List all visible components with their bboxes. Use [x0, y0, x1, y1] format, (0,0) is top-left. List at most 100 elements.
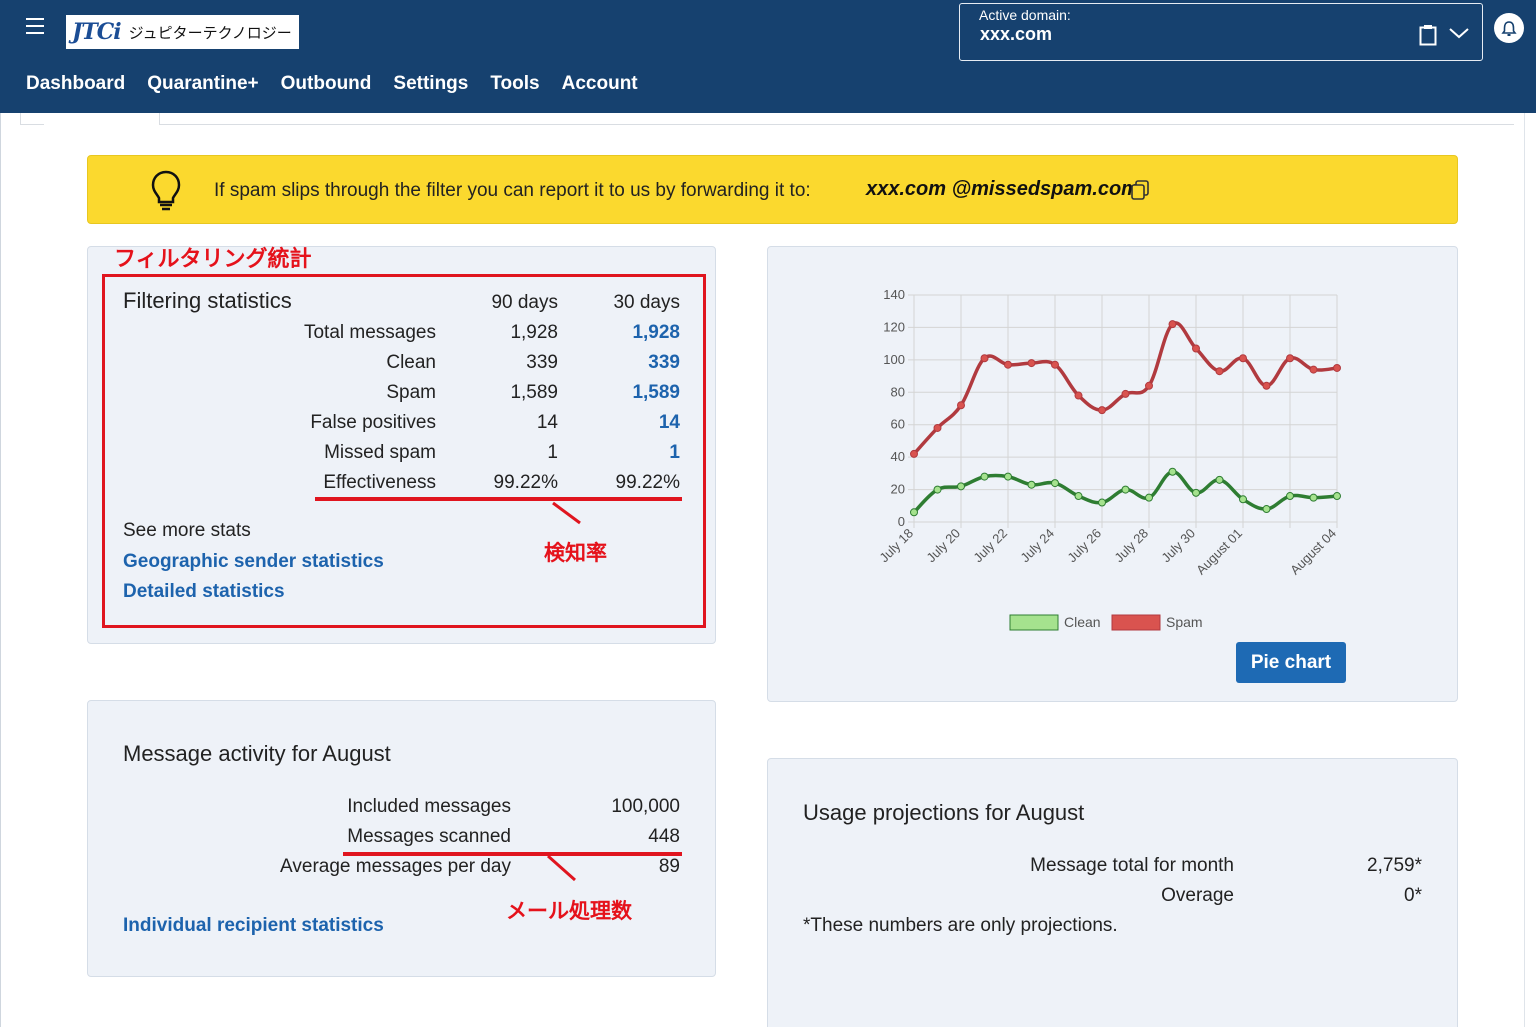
activity-value: 448 — [648, 826, 680, 847]
usage-note: *These numbers are only projections. — [803, 915, 1118, 936]
activity-label: Included messages — [347, 796, 511, 817]
stat-value-30[interactable]: 1,928 — [572, 322, 680, 344]
main-nav: Dashboard Quarantine+ Outbound Settings … — [26, 73, 638, 95]
detailed-statistics-link[interactable]: Detailed statistics — [123, 581, 285, 603]
stat-value-30[interactable]: 1,589 — [572, 382, 680, 404]
stat-value-30[interactable]: 1 — [572, 442, 680, 464]
col-header-90-days: 90 days — [491, 292, 558, 313]
stat-value-90: 99.22% — [493, 472, 558, 493]
nav-settings[interactable]: Settings — [393, 73, 468, 95]
data-point-spam — [957, 401, 965, 410]
annotation-pointer-scanned — [547, 854, 576, 882]
stat-label: False positives — [310, 412, 436, 433]
y-tick-label: 100 — [883, 352, 905, 367]
data-point-spam — [1239, 354, 1247, 363]
data-point-spam — [933, 423, 942, 432]
nav-account[interactable]: Account — [562, 73, 638, 95]
stat-label: Missed spam — [324, 442, 436, 463]
data-point-clean — [933, 485, 942, 494]
y-tick-label: 120 — [883, 319, 905, 334]
activity-value: 100,000 — [611, 796, 680, 817]
data-point-clean — [1121, 485, 1130, 494]
right-border — [1524, 113, 1525, 1027]
data-point-clean — [1004, 472, 1012, 481]
col-header-30-days: 30 days — [613, 292, 680, 313]
data-point-clean — [1168, 467, 1177, 476]
data-point-spam — [1192, 344, 1200, 353]
x-tick-label: July 30 — [1158, 526, 1198, 566]
top-header: JTCi ジュピターテクノロジー Active domain: xxx.com … — [0, 0, 1536, 113]
notification-bell-icon[interactable] — [1494, 13, 1524, 43]
clipboard-icon[interactable] — [1419, 24, 1437, 46]
y-tick-label: 140 — [883, 287, 905, 302]
see-more-stats-label: See more stats — [123, 520, 251, 541]
legend-swatch-spam — [1111, 614, 1161, 631]
annotation-underline-scanned — [343, 852, 682, 856]
stat-label: Spam — [386, 382, 436, 403]
annotation-filtering-title: フィルタリング統計 — [114, 247, 312, 272]
data-point-spam — [1309, 365, 1318, 374]
data-point-clean — [1145, 493, 1153, 502]
geographic-sender-statistics-link[interactable]: Geographic sender statistics — [123, 551, 384, 573]
data-point-clean — [1262, 505, 1271, 514]
annotation-pointer-effectiveness — [552, 501, 581, 525]
tab-baseline — [160, 124, 1514, 125]
data-point-spam — [1074, 391, 1083, 400]
stat-value-90: 1,928 — [510, 322, 558, 343]
nav-quarantine[interactable]: Quarantine+ — [147, 73, 258, 95]
data-point-spam — [1168, 320, 1177, 329]
tab-baseline-left — [20, 124, 44, 125]
activity-label: Messages scanned — [347, 826, 511, 847]
pie-chart-button[interactable]: Pie chart — [1236, 642, 1346, 683]
x-tick-label: July 18 — [876, 526, 916, 566]
data-point-spam — [1262, 381, 1271, 390]
x-tick-label: August 04 — [1287, 526, 1339, 578]
data-point-spam — [1098, 406, 1106, 415]
chevron-down-icon[interactable] — [1448, 25, 1470, 41]
missed-spam-email[interactable]: xxx.com @missedspam.com — [866, 178, 1139, 201]
active-domain-selector[interactable]: Active domain: xxx.com — [959, 3, 1483, 61]
nav-tools[interactable]: Tools — [490, 73, 539, 95]
nav-dashboard[interactable]: Dashboard — [26, 73, 125, 95]
data-point-clean — [1098, 498, 1106, 507]
legend-label-spam: Spam — [1166, 614, 1203, 630]
stat-value-90: 339 — [526, 352, 558, 373]
data-point-clean — [1239, 495, 1247, 504]
message-line-chart: 020406080100120140July 18 July 20 July 22 J… — [876, 287, 1341, 631]
nav-outbound[interactable]: Outbound — [281, 73, 372, 95]
data-point-clean — [957, 482, 965, 491]
data-point-spam — [1286, 354, 1294, 363]
data-point-spam — [1051, 360, 1059, 369]
lightbulb-icon — [151, 170, 181, 211]
individual-recipient-statistics-link[interactable]: Individual recipient statistics — [123, 915, 384, 937]
x-tick-label: July 24 — [1017, 526, 1057, 566]
usage-label: Message total for month — [1030, 855, 1234, 876]
data-point-spam — [910, 449, 918, 458]
y-tick-label: 40 — [891, 449, 905, 464]
data-point-clean — [980, 472, 989, 481]
hamburger-menu-icon[interactable] — [26, 18, 44, 34]
data-point-spam — [1215, 367, 1224, 376]
banner-message: If spam slips through the filter you can… — [214, 180, 811, 201]
x-tick-label: July 28 — [1111, 526, 1151, 566]
stat-value-30[interactable]: 14 — [572, 412, 680, 434]
stat-label: Total messages — [303, 322, 436, 343]
y-tick-label: 60 — [891, 417, 905, 432]
stat-value-90: 14 — [536, 412, 558, 433]
usage-value: 0* — [1404, 885, 1422, 906]
data-point-clean — [910, 508, 918, 517]
usage-title: Usage projections for August — [803, 800, 1085, 825]
x-tick-label: July 22 — [970, 526, 1010, 566]
legend-swatch-clean — [1009, 614, 1059, 631]
missed-spam-banner: If spam slips through the filter you can… — [87, 155, 1458, 224]
stat-value-30[interactable]: 339 — [572, 352, 680, 374]
company-logo[interactable]: JTCi ジュピターテクノロジー — [66, 15, 299, 49]
stat-value-30: 99.22% — [615, 472, 680, 493]
legend-label-clean: Clean — [1064, 614, 1101, 630]
copy-icon[interactable] — [1131, 180, 1149, 200]
data-point-clean — [1309, 493, 1318, 502]
left-border — [0, 113, 1, 1027]
stat-label: Effectiveness — [323, 472, 436, 493]
x-tick-label: July 20 — [923, 526, 963, 566]
message-activity-title: Message activity for August — [123, 741, 391, 766]
